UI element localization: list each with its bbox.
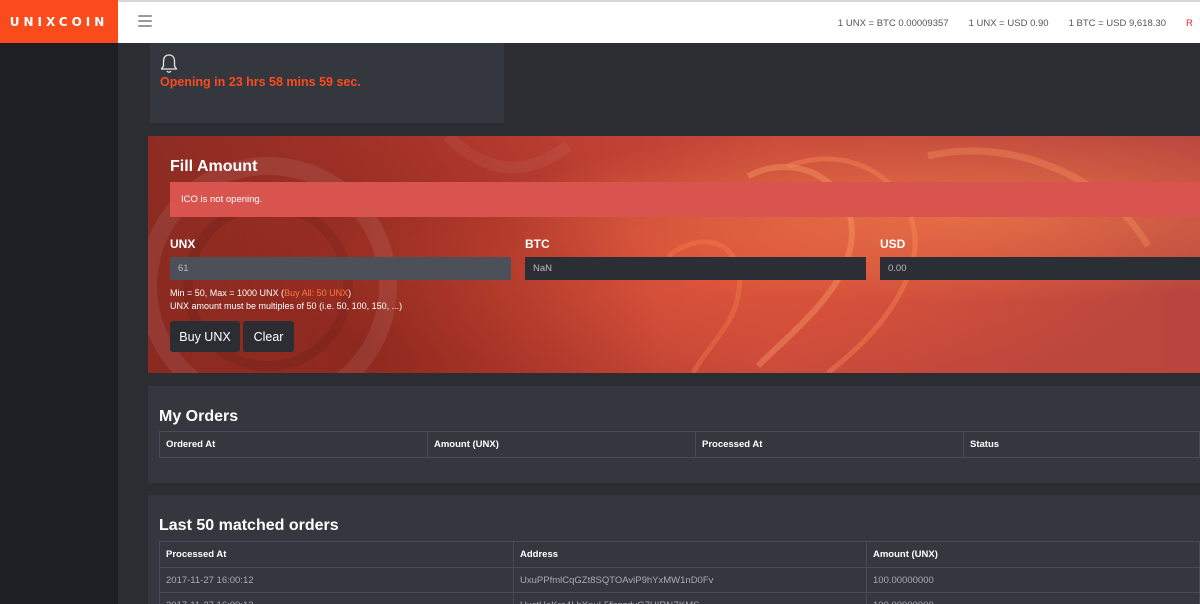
top-bar: UNIXCOIN 1 UNX = BTC 0.00009357 1 UNX = … xyxy=(0,0,1200,43)
btc-amount-input[interactable] xyxy=(525,257,866,280)
rate-unx-btc: 1 UNX = BTC 0.00009357 xyxy=(837,18,949,29)
ico-not-opening-alert: ICO is not opening. xyxy=(170,182,1200,217)
header-cut-text[interactable]: R xyxy=(1186,18,1200,29)
my-orders-panel: My Orders Ordered At Amount (UNX) Proces… xyxy=(148,386,1200,483)
rate-unx-usd: 1 UNX = USD 0.90 xyxy=(968,18,1049,29)
amount-cell: 100.00000000 xyxy=(866,592,1200,604)
my-orders-table: Ordered At Amount (UNX) Processed At Sta… xyxy=(159,431,1200,458)
table-row: 2017-11-27 16:00:12 UxctHeKro4LhXnuL5fir… xyxy=(159,592,1200,604)
fill-amount-panel: Fill Amount ICO is not opening. UNX BTC … xyxy=(148,136,1200,373)
column-header[interactable]: Ordered At xyxy=(159,431,428,458)
opening-notice-panel: Opening in 23 hrs 58 mins 59 sec. xyxy=(150,43,504,123)
amount-cell: 100.00000000 xyxy=(866,567,1200,593)
unx-amount-input[interactable] xyxy=(170,257,511,280)
min-max-hint: Min = 50, Max = 1000 UNX (Buy All: 50 UN… xyxy=(170,288,351,298)
buy-all-link[interactable]: Buy All: 50 UNX xyxy=(284,288,348,298)
min-max-text: Min = 50, Max = 1000 UNX ( xyxy=(170,288,285,298)
processed-at-cell: 2017-11-27 16:00:12 xyxy=(159,592,514,604)
processed-at-cell: 2017-11-27 16:00:12 xyxy=(159,567,514,593)
rate-btc-usd: 1 BTC = USD 9,618.30 xyxy=(1068,18,1166,29)
my-orders-title: My Orders xyxy=(159,408,239,425)
min-max-close: ) xyxy=(348,288,352,298)
background-artwork xyxy=(148,136,1152,373)
address-cell: UxctHeKro4LhXnuL5firqzdvG7HIRNZKMS xyxy=(513,592,867,604)
address-cell: UxuPPfmlCqGZt8SQTOAviP9hYxMW1nD0Fv xyxy=(513,567,867,593)
usd-amount-input[interactable] xyxy=(880,257,1200,280)
bell-icon xyxy=(160,54,178,73)
matched-orders-title: Last 50 matched orders xyxy=(159,517,339,534)
column-header[interactable]: Amount (UNX) xyxy=(427,431,696,458)
column-header[interactable]: Processed At xyxy=(695,431,964,458)
column-header[interactable]: Status xyxy=(963,431,1200,458)
multiples-hint: UNX amount must be multiples of 50 (i.e.… xyxy=(170,301,403,311)
matched-orders-panel: Last 50 matched orders Processed At Addr… xyxy=(148,495,1200,604)
logo[interactable]: UNIXCOIN xyxy=(0,0,118,43)
table-row: 2017-11-27 16:00:12 UxuPPfmlCqGZt8SQTOAv… xyxy=(159,567,1200,593)
column-header[interactable]: Processed At xyxy=(159,541,514,568)
column-header[interactable]: Amount (UNX) xyxy=(866,541,1200,568)
fill-amount-title: Fill Amount xyxy=(170,158,258,175)
exchange-rates: 1 UNX = BTC 0.00009357 1 UNX = USD 0.90 … xyxy=(838,2,1200,45)
clear-button[interactable]: Clear xyxy=(243,321,294,352)
hamburger-menu-icon[interactable] xyxy=(138,15,152,27)
usd-label: USD xyxy=(880,237,906,251)
sidebar xyxy=(0,43,118,604)
buy-unx-button[interactable]: Buy UNX xyxy=(170,321,240,352)
unx-label: UNX xyxy=(170,237,196,251)
btc-label: BTC xyxy=(525,237,550,251)
opening-countdown: Opening in 23 hrs 58 mins 59 sec. xyxy=(160,75,361,89)
matched-orders-table: Processed At Address Amount (UNX) 2017-1… xyxy=(159,541,1200,604)
column-header[interactable]: Address xyxy=(513,541,867,568)
